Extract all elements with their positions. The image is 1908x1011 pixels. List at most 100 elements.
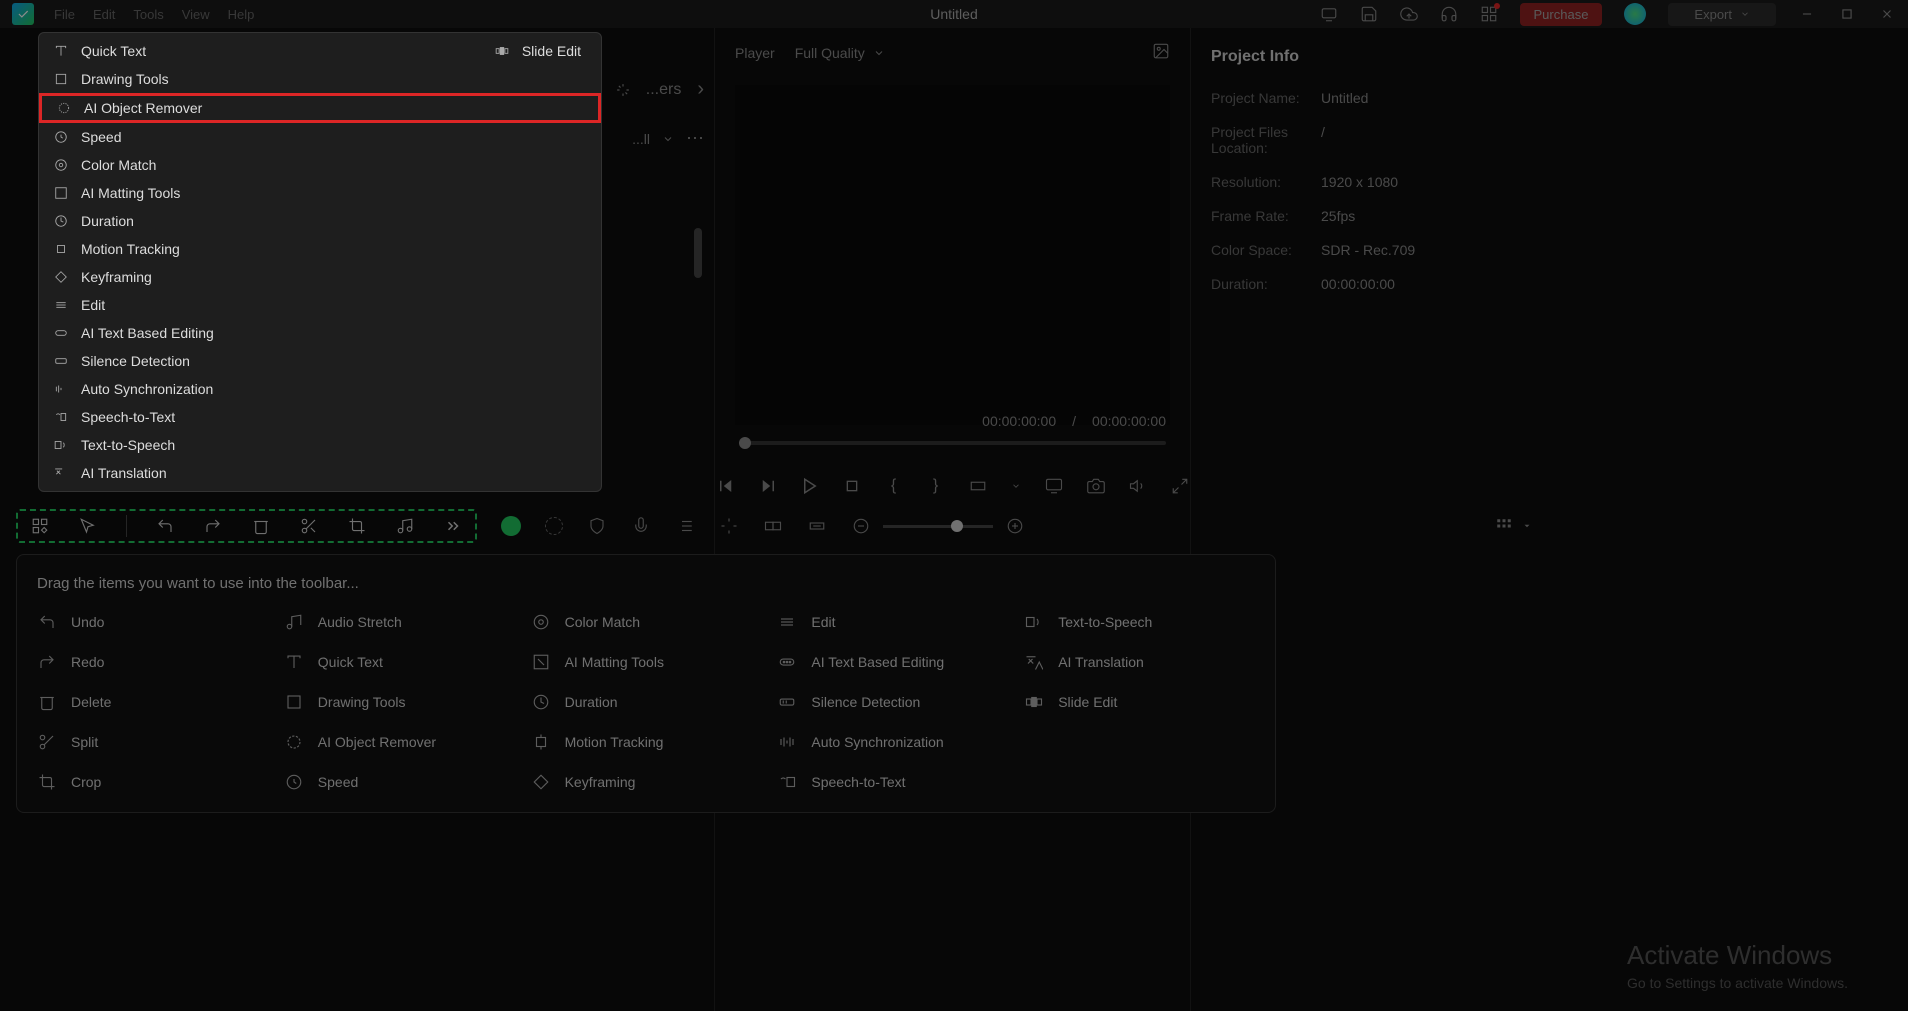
mark-out-icon[interactable]: } [927, 477, 945, 495]
customize-speech-to-text[interactable]: Speech-to-Text [777, 772, 1008, 792]
dropdown-slide-edit[interactable]: Slide Edit [480, 37, 601, 65]
close-icon[interactable] [1878, 5, 1896, 23]
next-frame-icon[interactable] [759, 477, 777, 495]
export-button[interactable]: Export [1668, 3, 1776, 26]
cloud-upload-icon[interactable] [1400, 5, 1418, 23]
customize-auto-sync[interactable]: Auto Synchronization [777, 732, 1008, 752]
view-mode-icon[interactable] [1494, 516, 1514, 536]
dropdown-duration[interactable]: Duration [39, 207, 601, 235]
menu-view[interactable]: View [182, 7, 210, 22]
display-icon[interactable] [1045, 477, 1063, 495]
dropdown-text-to-speech[interactable]: Text-to-Speech [39, 431, 601, 459]
snapshot-icon[interactable] [1152, 42, 1170, 63]
mic-icon[interactable] [631, 516, 651, 536]
customize-quick-text[interactable]: Quick Text [284, 652, 515, 672]
device-icon[interactable] [1320, 5, 1338, 23]
customize-ai-text-edit[interactable]: AI Text Based Editing [777, 652, 1008, 672]
grid-icon[interactable] [1480, 5, 1498, 23]
customize-undo[interactable]: Undo [37, 612, 268, 632]
cursor-icon[interactable] [78, 516, 98, 536]
dropdown-drawing-tools[interactable]: Drawing Tools [39, 65, 601, 93]
dropdown-ai-object-remover[interactable]: AI Object Remover [39, 93, 601, 123]
split-icon[interactable] [299, 516, 319, 536]
chevron-down-icon[interactable] [1011, 481, 1021, 491]
redo-icon[interactable] [203, 516, 223, 536]
progress-thumb[interactable] [739, 437, 751, 449]
stop-icon[interactable] [843, 477, 861, 495]
customize-slide-edit[interactable]: Slide Edit [1024, 692, 1255, 712]
customize-edit[interactable]: Edit [777, 612, 1008, 632]
customize-redo[interactable]: Redo [37, 652, 268, 672]
customize-motion-tracking[interactable]: Motion Tracking [531, 732, 762, 752]
maximize-icon[interactable] [1838, 5, 1856, 23]
prev-frame-icon[interactable] [717, 477, 735, 495]
customize-color-match[interactable]: Color Match [531, 612, 762, 632]
more-icon[interactable]: ⋯ [686, 128, 704, 149]
dropdown-speech-to-text[interactable]: Speech-to-Text [39, 403, 601, 431]
user-avatar[interactable] [1624, 3, 1646, 25]
customize-delete[interactable]: Delete [37, 692, 268, 712]
menu-file[interactable]: File [54, 7, 75, 22]
zoom-thumb[interactable] [951, 520, 963, 532]
customize-silence-detection[interactable]: Silence Detection [777, 692, 1008, 712]
scrollbar-thumb[interactable] [694, 228, 702, 278]
dropdown-arrow-icon[interactable] [1522, 521, 1532, 531]
ratio-icon[interactable] [969, 477, 987, 495]
audio-icon[interactable] [395, 516, 415, 536]
customize-keyframing[interactable]: Keyframing [531, 772, 762, 792]
dropdown-ai-text-edit[interactable]: AI Text Based Editing [39, 319, 601, 347]
menu-edit[interactable]: Edit [93, 7, 115, 22]
shield-icon[interactable] [587, 516, 607, 536]
dropdown-silence-detection[interactable]: Silence Detection [39, 347, 601, 375]
render-indicator[interactable] [501, 516, 521, 536]
headphones-icon[interactable] [1440, 5, 1458, 23]
menu-help[interactable]: Help [228, 7, 255, 22]
customize-drawing-tools[interactable]: Drawing Tools [284, 692, 515, 712]
zoom-slider[interactable] [883, 525, 993, 528]
customize-duration[interactable]: Duration [531, 692, 762, 712]
customize-speed[interactable]: Speed [284, 772, 515, 792]
dropdown-quick-text[interactable]: Quick Text [39, 37, 315, 65]
fit-icon[interactable] [807, 516, 827, 536]
more-tools-icon[interactable] [443, 516, 463, 536]
speaker-icon[interactable] [1129, 477, 1147, 495]
dropdown-color-match[interactable]: Color Match [39, 151, 601, 179]
save-icon[interactable] [1360, 5, 1378, 23]
progress-bar[interactable] [739, 441, 1166, 445]
customize-ai-object-remover[interactable]: AI Object Remover [284, 732, 515, 752]
color-icon[interactable] [719, 516, 739, 536]
zoom-in-icon[interactable] [1005, 516, 1025, 536]
customize-crop[interactable]: Crop [37, 772, 268, 792]
customize-audio-stretch[interactable]: Audio Stretch [284, 612, 515, 632]
toolbar-dropzone[interactable] [16, 509, 477, 543]
customize-split[interactable]: Split [37, 732, 268, 752]
marker-icon[interactable] [545, 517, 563, 535]
dropdown-speed[interactable]: Speed [39, 123, 601, 151]
delete-icon[interactable] [251, 516, 271, 536]
nav-next-icon[interactable]: › [697, 78, 704, 101]
customize-text-to-speech[interactable]: Text-to-Speech [1024, 612, 1255, 632]
dropdown-edit[interactable]: Edit [39, 291, 601, 319]
customize-ai-translation[interactable]: AI Translation [1024, 652, 1255, 672]
dropdown-ai-matting[interactable]: AI Matting Tools [39, 179, 601, 207]
mark-in-icon[interactable]: { [885, 477, 903, 495]
dropdown-auto-sync[interactable]: Auto Synchronization [39, 375, 601, 403]
minimize-icon[interactable] [1798, 5, 1816, 23]
purchase-button[interactable]: Purchase [1520, 3, 1603, 26]
fullscreen-icon[interactable] [1171, 477, 1189, 495]
multicam-icon[interactable] [763, 516, 783, 536]
zoom-out-icon[interactable] [851, 516, 871, 536]
dropdown-ai-translation[interactable]: AI Translation [39, 459, 601, 487]
play-icon[interactable] [801, 477, 819, 495]
quality-dropdown[interactable]: Full Quality [795, 45, 885, 61]
dropdown-keyframing[interactable]: Keyframing [39, 263, 601, 291]
dropdown-motion-tracking[interactable]: Motion Tracking [39, 235, 601, 263]
crop-icon[interactable] [347, 516, 367, 536]
camera-icon[interactable] [1087, 477, 1105, 495]
chevron-down-icon[interactable] [662, 133, 674, 145]
undo-icon[interactable] [155, 516, 175, 536]
menu-tools[interactable]: Tools [133, 7, 163, 22]
apps-icon[interactable] [30, 516, 50, 536]
customize-ai-matting[interactable]: AI Matting Tools [531, 652, 762, 672]
list-icon[interactable] [675, 516, 695, 536]
